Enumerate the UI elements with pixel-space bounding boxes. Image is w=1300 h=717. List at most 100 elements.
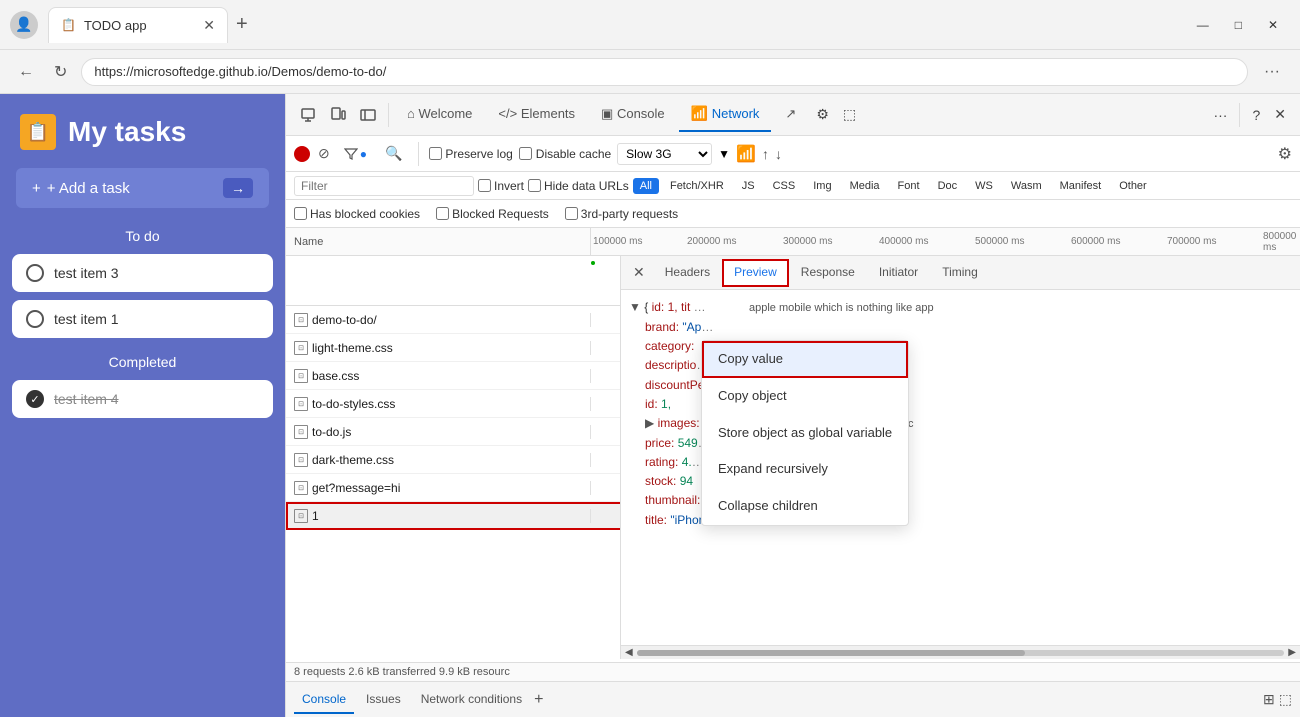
preview-tab-preview[interactable]: Preview — [722, 259, 789, 287]
type-filter-img[interactable]: Img — [806, 178, 838, 194]
preview-tab-initiator[interactable]: Initiator — [867, 259, 930, 287]
todo-task-item-3[interactable]: ✓ test item 4 — [12, 380, 273, 418]
blocked-requests-input[interactable] — [436, 207, 449, 220]
type-filter-fetch[interactable]: Fetch/XHR — [663, 178, 731, 194]
sidebar-toggle-button[interactable] — [354, 103, 382, 127]
network-file-name-7: ⊡ get?message=hi — [286, 481, 591, 495]
preview-tab-headers[interactable]: Headers — [653, 259, 722, 287]
disable-cache-input[interactable] — [519, 147, 532, 160]
throttle-select[interactable]: Slow 3G Fast 3G No throttling — [617, 143, 712, 165]
close-button[interactable]: ✕ — [1256, 12, 1290, 38]
hide-data-urls-input[interactable] — [528, 179, 541, 192]
tab-close-button[interactable]: ✕ — [203, 17, 215, 34]
task-checkbox-1[interactable] — [26, 264, 44, 282]
add-panel-button[interactable]: + — [534, 691, 543, 709]
filter-input[interactable] — [294, 176, 474, 196]
invert-checkbox[interactable]: Invert — [478, 179, 524, 193]
type-filter-other[interactable]: Other — [1112, 178, 1154, 194]
scroll-left-btn[interactable]: ◀ — [625, 647, 633, 658]
network-settings-icon[interactable]: ⚙ — [1278, 144, 1292, 164]
type-filter-media[interactable]: Media — [843, 178, 887, 194]
bottom-tab-console[interactable]: Console — [294, 686, 354, 714]
type-filter-manifest[interactable]: Manifest — [1053, 178, 1109, 194]
new-tab-button[interactable]: + — [228, 9, 256, 40]
context-menu-item-expand[interactable]: Expand recursively — [702, 451, 908, 488]
tab-performance[interactable]: ↗ — [773, 98, 808, 132]
toolbar-divider-2 — [1239, 103, 1240, 127]
hide-data-urls-checkbox[interactable]: Hide data URLs — [528, 179, 629, 193]
type-filter-wasm[interactable]: Wasm — [1004, 178, 1049, 194]
task-checkbox-2[interactable] — [26, 310, 44, 328]
scrollbar-track[interactable] — [637, 650, 1285, 656]
dock-button[interactable]: ⊞ — [1263, 691, 1275, 708]
context-menu-item-copy-value[interactable]: Copy value — [702, 341, 908, 378]
filter-icon-button[interactable]: ● — [338, 143, 373, 165]
type-filter-all[interactable]: All — [633, 178, 659, 194]
has-blocked-cookies-checkbox[interactable]: Has blocked cookies — [294, 207, 420, 221]
add-task-button[interactable]: + + Add a task → — [16, 168, 269, 208]
tab-console[interactable]: ▣ Console — [589, 98, 677, 132]
bottom-tab-issues[interactable]: Issues — [358, 686, 409, 714]
third-party-input[interactable] — [565, 207, 578, 220]
preserve-log-input[interactable] — [429, 147, 442, 160]
undock-button[interactable]: ⬚ — [1279, 691, 1292, 708]
type-filter-js[interactable]: JS — [735, 178, 762, 194]
search-button[interactable]: 🔍 — [379, 141, 408, 166]
back-button[interactable]: ← — [12, 59, 40, 85]
todo-task-item-2[interactable]: test item 1 — [12, 300, 273, 338]
tab-welcome[interactable]: ⌂ Welcome — [395, 98, 484, 131]
invert-input[interactable] — [478, 179, 491, 192]
third-party-checkbox[interactable]: 3rd-party requests — [565, 207, 678, 221]
disable-cache-checkbox[interactable]: Disable cache — [519, 147, 611, 161]
toolbar-divider-1 — [388, 103, 389, 127]
device-mode-button[interactable]: ⬚ — [837, 102, 862, 127]
scroll-right-btn[interactable]: ▶ — [1288, 647, 1296, 658]
preview-close-button[interactable]: ✕ — [625, 260, 653, 285]
task-checkbox-3[interactable]: ✓ — [26, 390, 44, 408]
minimize-button[interactable]: — — [1185, 12, 1221, 38]
device-toggle-button[interactable] — [324, 103, 352, 127]
tab-elements[interactable]: </> Elements — [486, 98, 587, 131]
mark-700k: 700000 ms — [1167, 236, 1216, 247]
context-menu-item-copy-object[interactable]: Copy object — [702, 378, 908, 415]
type-filter-doc[interactable]: Doc — [931, 178, 965, 194]
todo-task-item-1[interactable]: test item 3 — [12, 254, 273, 292]
type-filter-font[interactable]: Font — [891, 178, 927, 194]
clear-button[interactable]: ⊘ — [316, 143, 332, 164]
expand-arrow-1[interactable]: ▼ — [629, 300, 641, 314]
type-filter-css[interactable]: CSS — [766, 178, 803, 194]
timeline-marks: 100000 ms 200000 ms 300000 ms 400000 ms … — [591, 228, 1300, 255]
download-icon[interactable]: ↓ — [775, 146, 782, 162]
json-line-brand: brand: "Ap… — [645, 318, 1292, 337]
wifi-icon[interactable]: 📶 — [736, 144, 756, 164]
record-button[interactable] — [294, 146, 310, 162]
devtools-close-button[interactable]: ✕ — [1268, 102, 1292, 127]
address-input[interactable] — [81, 58, 1248, 86]
more-tabs-button[interactable]: ··· — [1207, 103, 1233, 127]
context-menu-item-store-global[interactable]: Store object as global variable — [702, 415, 908, 452]
browser-more-button[interactable]: ··· — [1256, 59, 1288, 85]
bottom-tab-network-conditions[interactable]: Network conditions — [413, 686, 530, 714]
blocked-requests-checkbox[interactable]: Blocked Requests — [436, 207, 549, 221]
active-tab[interactable]: 📋 TODO app ✕ — [48, 7, 228, 43]
horizontal-scrollbar[interactable]: ◀ ▶ — [621, 645, 1300, 659]
type-filter-ws[interactable]: WS — [968, 178, 1000, 194]
window-controls: — □ ✕ — [1185, 12, 1290, 38]
has-blocked-cookies-input[interactable] — [294, 207, 307, 220]
inspect-element-button[interactable] — [294, 103, 322, 127]
preview-tab-timing[interactable]: Timing — [930, 259, 990, 287]
expand-arrow-images[interactable]: ▶ — [645, 416, 654, 430]
preserve-log-checkbox[interactable]: Preserve log — [429, 147, 512, 161]
refresh-button[interactable]: ↻ — [48, 58, 73, 86]
maximize-button[interactable]: □ — [1223, 12, 1254, 38]
preview-content: ▼ { id: 1, tit … apple mobile which is n… — [621, 290, 1300, 645]
help-button[interactable]: ? — [1246, 103, 1266, 127]
scrollbar-thumb[interactable] — [637, 650, 1026, 656]
mark-100k: 100000 ms — [593, 236, 642, 247]
upload-icon[interactable]: ↑ — [762, 146, 769, 162]
network-file-name-3: ⊡ base.css — [286, 369, 591, 383]
tab-network[interactable]: 📶 Network — [679, 97, 772, 132]
context-menu-item-collapse[interactable]: Collapse children — [702, 488, 908, 525]
preview-tab-response[interactable]: Response — [789, 259, 867, 287]
settings-button[interactable]: ⚙ — [810, 102, 835, 127]
